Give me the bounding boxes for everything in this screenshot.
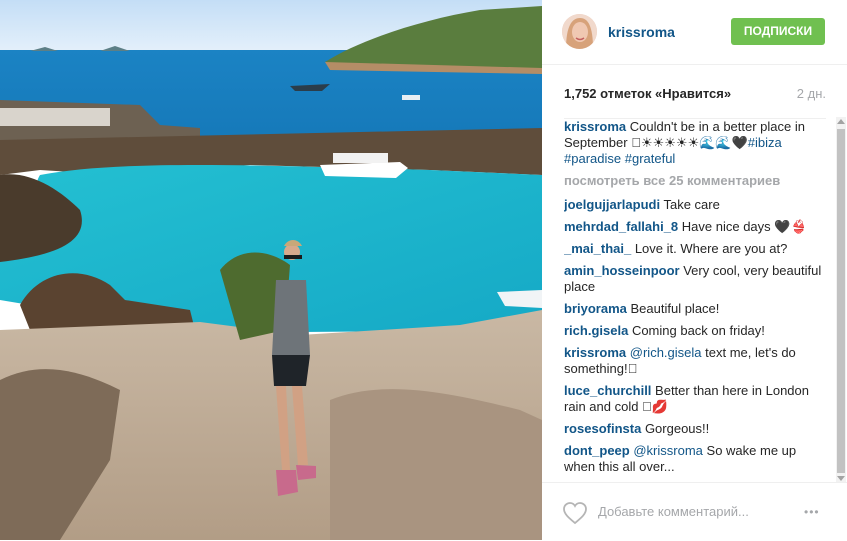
scroll-down-arrow-icon[interactable]	[837, 476, 845, 481]
comments-scrollbar[interactable]	[836, 117, 846, 483]
scroll-up-arrow-icon[interactable]	[837, 119, 845, 124]
caption-username[interactable]: krissroma	[564, 119, 626, 134]
comment-text: Beautiful place!	[630, 301, 720, 316]
add-comment-input[interactable]: Добавьте комментарий...	[598, 504, 749, 519]
comment-item: luce_churchill Better than here in Londo…	[564, 383, 826, 415]
comment-username[interactable]: dont_peep	[564, 443, 630, 458]
comment-text: Love it. Where are you at?	[634, 241, 788, 256]
comment-username[interactable]: rosesofinsta	[564, 421, 641, 436]
comment-item: krissroma @rich.gisela text me, let's do…	[564, 345, 826, 377]
comment-item: amin_hosseinpoor Very cool, very beautif…	[564, 263, 826, 295]
post-timestamp[interactable]: 2 дн.	[797, 86, 826, 101]
post-photo[interactable]	[0, 0, 542, 540]
mention-link[interactable]: @krissroma	[633, 443, 703, 458]
comment-username[interactable]: briyorama	[564, 301, 627, 316]
comment-username[interactable]: mehrdad_fallahi_8	[564, 219, 678, 234]
comment-item: joelgujjarlapudi Take care	[564, 197, 826, 213]
comment-username[interactable]: krissroma	[564, 345, 626, 360]
comment-item: _mai_thai_ Love it. Where are you at?	[564, 241, 826, 257]
likes-count[interactable]: 1,752 отметок «Нравится»	[564, 86, 731, 101]
scrollbar-thumb[interactable]	[837, 129, 845, 473]
comment-item: briyorama Beautiful place!	[564, 301, 826, 317]
comment-composer: Добавьте комментарий... •••	[542, 482, 847, 541]
more-options-icon[interactable]: •••	[804, 505, 820, 519]
comments-list: krissroma Couldn't be in a better place …	[564, 119, 826, 479]
comment-item: mehrdad_fallahi_8 Have nice days 🖤👙	[564, 219, 826, 235]
comment-text: Take care	[663, 197, 720, 212]
comment-username[interactable]: joelgujjarlapudi	[564, 197, 660, 212]
comment-item: dont_peep @krissroma So wake me up when …	[564, 443, 826, 475]
comment-item: rich.gisela Coming back on friday!	[564, 323, 826, 339]
hashtag-link[interactable]: #grateful	[625, 151, 676, 166]
comment-username[interactable]: luce_churchill	[564, 383, 651, 398]
beach-scene-image	[0, 0, 542, 540]
post-author-username[interactable]: krissroma	[608, 24, 675, 40]
comment-username[interactable]: rich.gisela	[564, 323, 628, 338]
comment-username[interactable]: _mai_thai_	[564, 241, 631, 256]
view-all-comments-link[interactable]: посмотреть все 25 комментариев	[564, 173, 826, 189]
heart-outline-icon[interactable]	[562, 501, 588, 525]
post-header: krissroma ПОДПИСКИ	[542, 0, 847, 65]
caption: krissroma Couldn't be in a better place …	[564, 119, 826, 167]
follow-button[interactable]: ПОДПИСКИ	[731, 18, 825, 45]
post-side-panel: krissroma ПОДПИСКИ 1,752 отметок «Нравит…	[542, 0, 847, 540]
hashtag-link[interactable]: #ibiza	[748, 135, 782, 150]
post-stats: 1,752 отметок «Нравится» 2 дн.	[564, 86, 826, 119]
comment-username[interactable]: amin_hosseinpoor	[564, 263, 680, 278]
comment-item: rosesofinsta Gorgeous!!	[564, 421, 826, 437]
avatar-image	[562, 14, 597, 49]
comment-text: Have nice days 🖤👙	[681, 219, 807, 234]
mention-link[interactable]: @rich.gisela	[630, 345, 702, 360]
hashtag-link[interactable]: #paradise	[564, 151, 621, 166]
comment-text: Gorgeous!!	[644, 421, 710, 436]
avatar[interactable]	[562, 14, 597, 49]
comment-text: Coming back on friday!	[631, 323, 765, 338]
